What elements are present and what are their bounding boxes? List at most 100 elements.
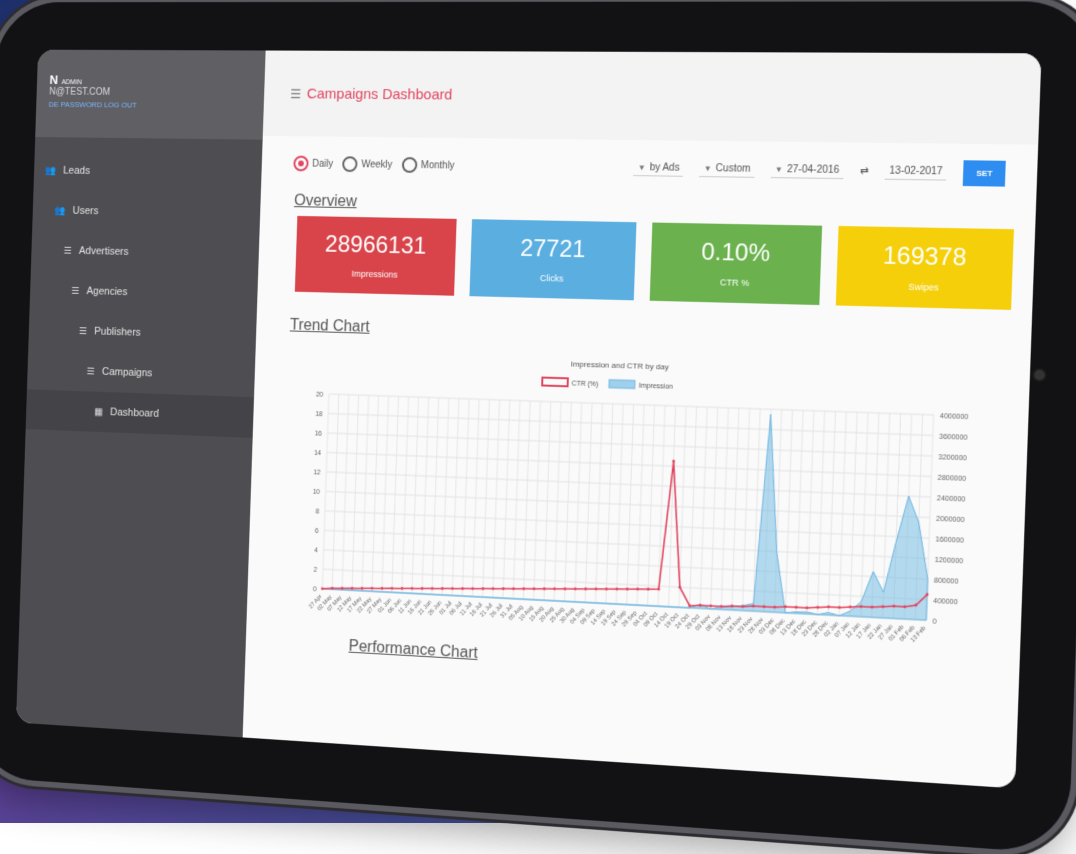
sidebar-item-advertisers[interactable]: ☰ Advertisers [31,230,260,275]
ctr-point [657,587,661,591]
group-by-select[interactable]: ▼ by Ads [633,160,684,177]
trend-chart: Impression and CTR by day CTR (%) Impres… [283,344,1030,671]
sidebar-nav: 👥 Leads 👥 Users ☰ Advertisers ☰ Agencies ☰ Pu… [25,150,263,438]
ctr-point [827,605,831,609]
y-left-tick-label: 14 [314,450,322,457]
sidebar-item-publishers[interactable]: ☰ Publishers [28,310,256,357]
y-right-tick-label: 2000000 [936,516,965,525]
trend-chart-svg: Impression and CTR by day CTR (%) Impres… [308,359,968,644]
card-label: Clicks [539,273,564,284]
legend-impression-swatch [608,379,635,389]
y-left-tick-label: 12 [313,469,321,476]
user-name: N ADMIN [49,73,264,89]
ctr-point [672,459,676,463]
ctr-point [605,588,609,592]
sidebar-item-label: Leads [62,164,91,177]
card-value: 0.10% [700,238,771,268]
ctr-point [491,587,495,591]
account-links[interactable]: DE PASSWORD LOG OUT [49,100,264,111]
legend-ctr-swatch [542,378,568,387]
list-icon: ☰ [71,285,80,297]
radio-daily[interactable]: Daily [293,155,333,172]
grid-line-horizontal [327,452,931,476]
y-left-tick-label: 0 [313,586,317,593]
menu-icon[interactable]: ☰ [290,86,301,101]
y-left-tick-label: 18 [315,411,323,418]
ctr-point [501,587,505,591]
date-from-input[interactable]: ▼ 27-04-2016 [770,161,844,180]
clicks-card: 27721 Clicks [469,219,637,301]
sidebar-item-label: Advertisers [78,245,129,258]
radio-dot[interactable] [401,157,418,173]
card-label: Swipes [908,281,939,293]
tablet-device: N ADMIN N@TEST.COM DE PASSWORD LOG OUT 👥 L… [0,1,1076,854]
y-right-tick-label: 1600000 [935,536,964,545]
y-right-tick-label: 1200000 [935,557,964,566]
ctr-point [440,587,444,591]
ctr-point [461,587,464,591]
set-button[interactable]: SET [963,159,1006,187]
radio-dot[interactable] [342,156,358,173]
swap-icon[interactable]: ⇄ [860,166,869,177]
overview-cards: 28966131 Impressions 27721 Clicks 0.10% CTR… [294,215,1035,311]
card-label: CTR % [719,277,750,289]
ctr-point [816,605,820,609]
sidebar-item-dashboard[interactable]: ▦ Dashboard [25,389,255,438]
chevron-down-icon: ▼ [703,163,712,174]
grid-line-horizontal [329,394,934,415]
range-type-value: Custom [715,163,751,175]
y-right-tick-label: 800000 [934,577,959,586]
sidebar-item-users[interactable]: 👥 Users [32,190,261,234]
y-left-tick-label: 10 [313,489,321,496]
date-from-value: 27-04-2016 [786,164,840,177]
grid-line-horizontal [325,511,929,538]
ctr-point [350,586,354,590]
ctr-point [594,587,598,591]
ctr-point [848,605,852,609]
y-right-tick-label: 400000 [933,598,958,607]
ctr-point [805,606,809,610]
sidebar-item-leads[interactable]: 👥 Leads [33,150,262,194]
legend-impression-label[interactable]: Impression [639,382,674,390]
list-icon: ☰ [63,245,72,257]
ctr-point [481,587,485,591]
date-to-input[interactable]: 13-02-2017 [884,163,948,181]
user-role: ADMIN [61,79,82,87]
radio-weekly[interactable]: Weekly [342,156,393,173]
grid-line-horizontal [326,472,930,497]
ctr-point [646,587,650,591]
ctr-point [542,587,546,591]
ctr-point [430,587,434,590]
users-icon: 👥 [44,165,57,176]
ctr-point [522,587,526,591]
y-left-tick-label: 16 [314,430,322,437]
swipes-card: 169378 Swipes [835,225,1014,310]
card-value: 27721 [519,234,586,264]
main-content: ☰ Campaigns Dashboard Daily Weekly Monthl… [243,50,1042,789]
y-right-tick-label: 3200000 [938,454,967,463]
group-by-value: by Ads [649,162,680,174]
sidebar-item-agencies[interactable]: ☰ Agencies [30,270,259,316]
sidebar: N ADMIN N@TEST.COM DE PASSWORD LOG OUT 👥 L… [16,49,266,738]
y-right-tick-label: 3600000 [939,433,968,441]
grid-line-horizontal [323,569,927,599]
ctr-card: 0.10% CTR % [649,222,823,306]
card-value: 28966131 [324,231,427,260]
grid-line-horizontal [326,491,930,517]
impressions-card: 28966131 Impressions [294,215,457,296]
radio-dot[interactable] [293,155,309,172]
ctr-point [553,587,557,591]
range-type-select[interactable]: ▼ Custom [699,160,755,178]
card-label: Impressions [351,268,398,280]
y-left-tick-label: 20 [316,391,324,398]
ctr-point [794,605,798,609]
radio-monthly[interactable]: Monthly [401,157,455,173]
chart-title: Impression and CTR by day [571,359,669,371]
legend-ctr-label[interactable]: CTR (%) [571,380,598,388]
ctr-point [471,587,475,591]
sidebar-item-label: Dashboard [109,406,160,420]
ctr-point [636,587,640,591]
page-title-text: Campaigns Dashboard [306,85,453,103]
user-name-text: N [49,72,59,87]
ctr-point [390,586,394,590]
